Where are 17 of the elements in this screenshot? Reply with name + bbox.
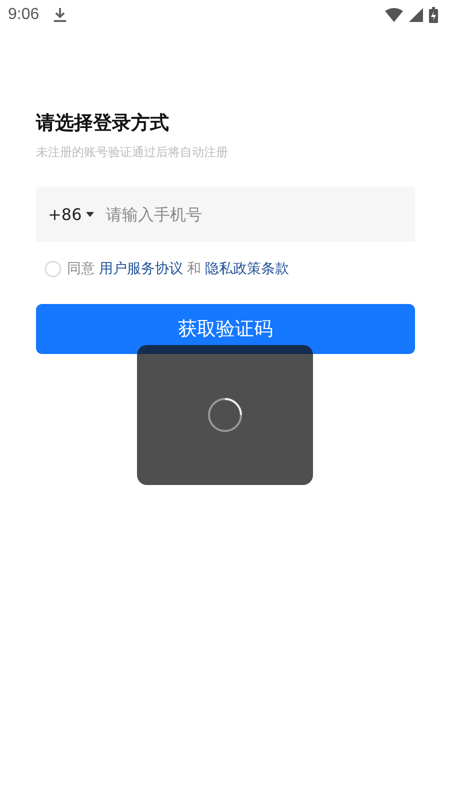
download-icon: [53, 7, 68, 23]
privacy-policy-link[interactable]: 隐私政策条款: [205, 260, 289, 278]
agree-text: 同意: [67, 260, 95, 278]
country-code-dropdown[interactable]: +86: [48, 205, 94, 224]
login-subtitle: 未注册的账号验证通过后将自动注册: [36, 144, 229, 161]
phone-field[interactable]: +86 请输入手机号: [36, 187, 415, 242]
wifi-icon: [385, 8, 403, 22]
status-time: 9:06: [8, 6, 40, 24]
service-agreement-link[interactable]: 用户服务协议: [99, 260, 183, 278]
caret-icon: [86, 212, 94, 217]
get-code-button[interactable]: 获取验证码: [36, 304, 415, 354]
signal-icon: [409, 8, 423, 22]
battery-icon: [429, 7, 438, 23]
agree-radio[interactable]: [45, 261, 61, 277]
spinner-icon: [207, 397, 243, 433]
and-text: 和: [187, 260, 201, 278]
login-title: 请选择登录方式: [36, 111, 170, 136]
